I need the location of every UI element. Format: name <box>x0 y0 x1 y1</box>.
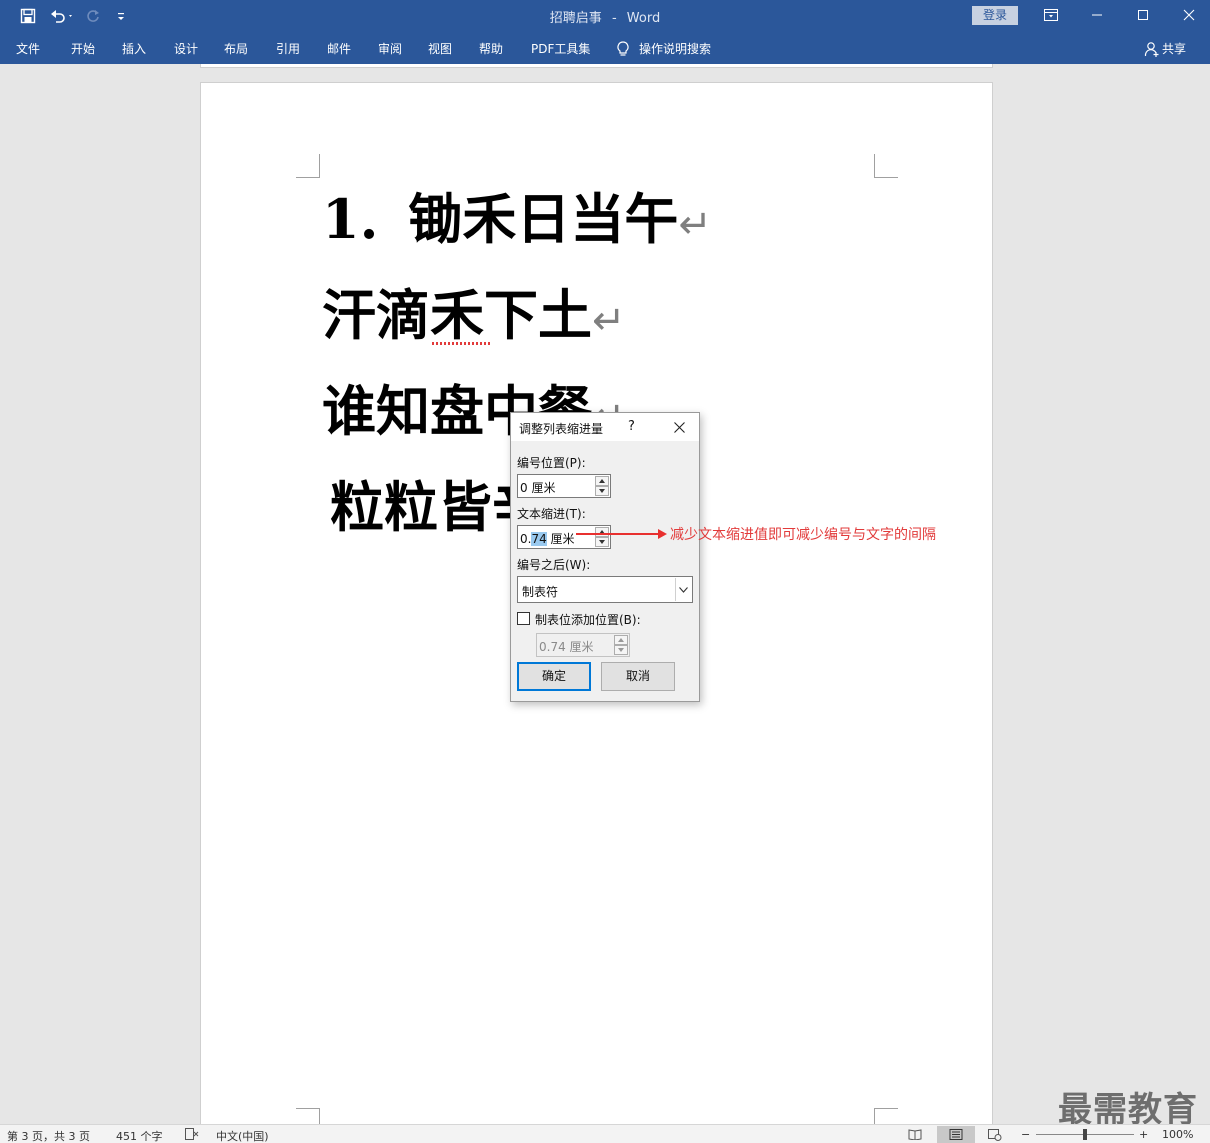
tab-stop-label: 制表位添加位置(B): <box>535 613 641 627</box>
share-label: 共享 <box>1162 42 1187 56</box>
line-text: 锄禾日当午 <box>408 187 679 251</box>
text-line-2[interactable]: 汗滴禾下土↵ <box>322 288 626 342</box>
spin-down-icon[interactable] <box>595 486 609 496</box>
paragraph-mark-icon: ↵ <box>678 202 712 248</box>
tab-home[interactable]: 开始 <box>71 40 95 57</box>
annotation-arrow-head <box>658 529 667 539</box>
person-icon <box>1144 41 1159 57</box>
dialog-title: 调整列表缩进量 <box>519 422 604 436</box>
paragraph-mark-icon: ↵ <box>592 298 626 344</box>
line-text: 汗滴禾下土 <box>322 283 592 347</box>
tab-insert[interactable]: 插入 <box>122 40 146 57</box>
text-indent-unit: 厘米 <box>546 532 575 546</box>
follow-number-select[interactable]: 制表符 <box>517 576 693 603</box>
maximize-icon[interactable] <box>1128 4 1158 26</box>
document-title: 招聘启事 <box>549 11 602 26</box>
spin-up-icon[interactable] <box>595 476 609 486</box>
ok-button[interactable]: 确定 <box>517 662 591 691</box>
read-mode-icon[interactable] <box>902 1126 928 1143</box>
tab-help[interactable]: 帮助 <box>479 40 503 57</box>
text-indent-value: 0.74 厘米 <box>520 530 575 547</box>
close-icon[interactable] <box>669 418 689 436</box>
previous-page-edge <box>200 64 993 68</box>
proofing-icon[interactable] <box>185 1128 199 1143</box>
annotation-note: 减少文本缩进值即可减少编号与文字的间隔 <box>670 527 936 543</box>
zoom-level[interactable]: 100% <box>1162 1128 1193 1141</box>
number-position-label: 编号位置(P): <box>517 456 586 470</box>
tab-stop-spinner[interactable]: 0.74 厘米 <box>536 633 630 657</box>
annotation-arrow <box>576 533 660 535</box>
dialog-title-bar[interactable]: 调整列表缩进量 ? <box>511 413 699 441</box>
close-window-icon[interactable] <box>1174 4 1204 26</box>
follow-number-label: 编号之后(W): <box>517 558 591 572</box>
tab-layout[interactable]: 布局 <box>224 40 248 57</box>
zoom-slider-thumb[interactable] <box>1083 1129 1087 1140</box>
share-button[interactable]: 共享 <box>1144 40 1186 57</box>
zoom-in-button[interactable]: + <box>1139 1128 1148 1141</box>
title-bar: 招聘启事 - Word 登录 <box>0 0 1210 32</box>
tab-review[interactable]: 审阅 <box>378 40 402 57</box>
cancel-button[interactable]: 取消 <box>601 662 675 691</box>
tab-stop-checkbox[interactable] <box>517 612 530 625</box>
ribbon-display-options-icon[interactable] <box>1036 4 1066 26</box>
language-status[interactable]: 中文(中国) <box>216 1128 269 1143</box>
follow-number-value: 制表符 <box>522 585 559 599</box>
help-button[interactable]: ? <box>628 419 635 434</box>
tab-design[interactable]: 设计 <box>174 40 198 57</box>
tab-view[interactable]: 视图 <box>428 40 452 57</box>
tell-me-label: 操作说明搜索 <box>639 42 712 56</box>
minimize-icon[interactable] <box>1082 4 1112 26</box>
spin-down-icon[interactable] <box>595 537 609 547</box>
text-indent-label: 文本缩进(T): <box>517 507 586 521</box>
tab-pdf-tools[interactable]: PDF工具集 <box>531 40 590 57</box>
margin-corner-top-right <box>874 154 898 178</box>
app-name: Word <box>626 11 661 26</box>
text-indent-spinner[interactable]: 0.74 厘米 <box>517 525 611 549</box>
tab-references[interactable]: 引用 <box>276 40 300 57</box>
spin-up-icon[interactable] <box>595 527 609 537</box>
lightbulb-icon <box>617 40 629 56</box>
page-count[interactable]: 第 3 页，共 3 页 <box>7 1128 90 1143</box>
tab-mailings[interactable]: 邮件 <box>327 40 351 57</box>
text-indent-value-int: 0. <box>520 532 532 546</box>
print-layout-icon[interactable] <box>937 1126 975 1143</box>
spin-down-icon[interactable] <box>614 645 628 655</box>
adjust-list-indents-dialog: 调整列表缩进量 ? 编号位置(P): 0 厘米 文本缩进(T): 0.74 厘米… <box>510 412 700 702</box>
spin-up-icon[interactable] <box>614 635 628 645</box>
status-bar: 第 3 页，共 3 页 451 个字 中文(中国) − + 100% <box>0 1124 1210 1143</box>
tell-me-search[interactable]: 操作说明搜索 <box>617 40 711 57</box>
spelling-squiggle <box>432 342 490 345</box>
margin-corner-top-left <box>296 154 320 178</box>
text-indent-value-selected: 74 <box>531 532 547 546</box>
list-number: 1. <box>322 187 379 251</box>
ribbon-tabs: 文件 开始 插入 设计 布局 引用 邮件 审阅 视图 帮助 PDF工具集 操作说… <box>0 32 1210 64</box>
login-button[interactable]: 登录 <box>972 6 1018 25</box>
window-title: 招聘启事 - Word <box>0 7 1210 26</box>
chevron-down-icon[interactable] <box>675 578 691 601</box>
number-position-value: 0 厘米 <box>520 481 556 495</box>
number-position-spinner[interactable]: 0 厘米 <box>517 474 611 498</box>
list-line-1[interactable]: 1. 锄禾日当午↵ <box>322 192 712 246</box>
tab-file[interactable]: 文件 <box>16 40 40 57</box>
web-layout-icon[interactable] <box>982 1126 1008 1143</box>
word-count[interactable]: 451 个字 <box>116 1128 163 1143</box>
zoom-out-button[interactable]: − <box>1021 1128 1030 1141</box>
tab-stop-value: 0.74 厘米 <box>539 640 594 654</box>
title-separator: - <box>611 11 617 26</box>
